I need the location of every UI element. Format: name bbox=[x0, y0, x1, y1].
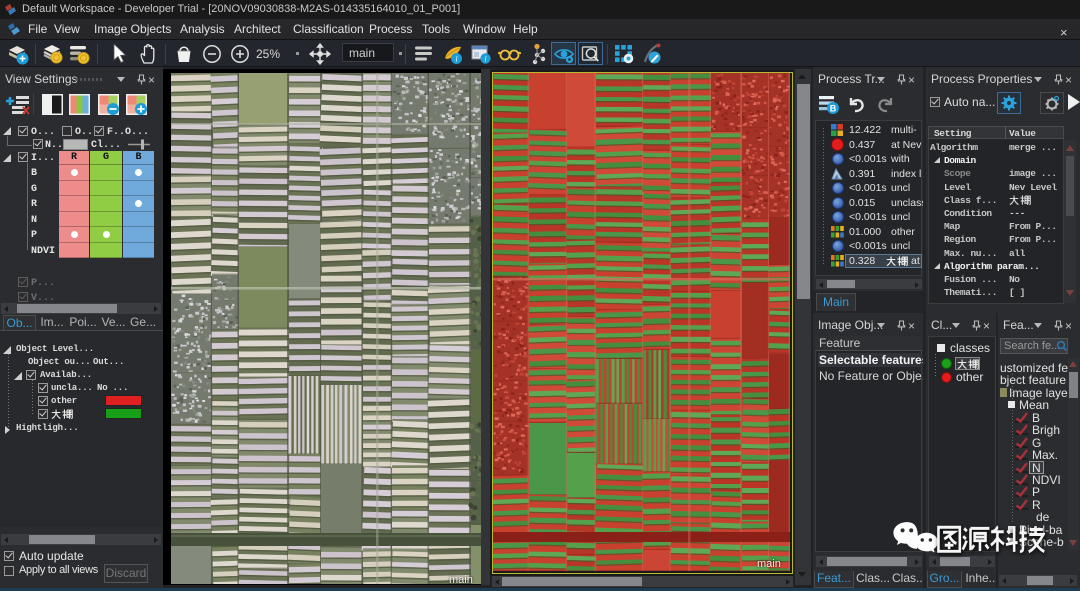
svg-text:B: B bbox=[830, 104, 837, 114]
svg-text:i: i bbox=[455, 55, 457, 64]
svg-text:i: i bbox=[484, 54, 486, 63]
